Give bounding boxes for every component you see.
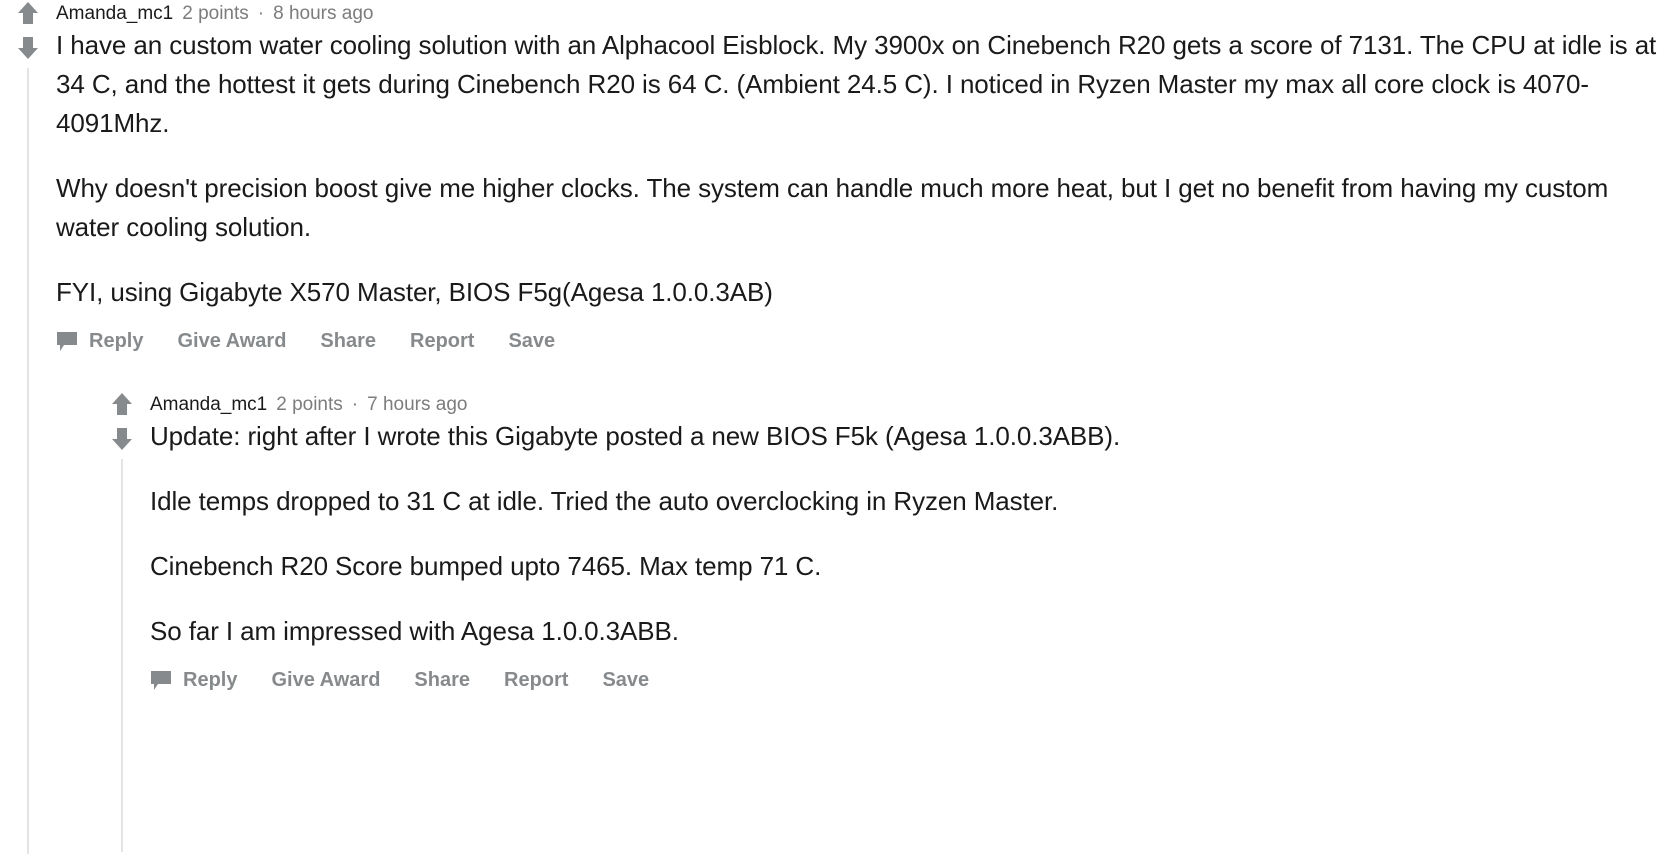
comment-timestamp: 7 hours ago (367, 394, 468, 415)
comment-top-level: Amanda_mc1 2 points · 8 hours ago I have… (0, 0, 1678, 854)
reply-label: Reply (89, 330, 144, 352)
upvote-arrow-icon[interactable] (109, 391, 135, 417)
comment-thread: Amanda_mc1 2 points · 8 hours ago I have… (0, 0, 1678, 854)
comment-bubble-icon (150, 670, 172, 691)
share-button[interactable]: Share (414, 669, 470, 692)
reply-button[interactable]: Reply (56, 330, 143, 353)
reply-button[interactable]: Reply (150, 669, 237, 692)
comment-meta: Amanda_mc1 2 points · 8 hours ago (56, 2, 1658, 26)
vote-column (94, 391, 150, 852)
comment-paragraph: So far I am impressed with Agesa 1.0.0.3… (150, 616, 679, 646)
comment-score: 2 points (276, 394, 343, 415)
save-button[interactable]: Save (602, 669, 649, 692)
comment-nested-reply: Amanda_mc1 2 points · 7 hours ago Update… (94, 391, 1658, 852)
meta-separator: · (257, 3, 265, 24)
comment-body: Amanda_mc1 2 points · 8 hours ago I have… (56, 2, 1678, 852)
vote-column (0, 0, 56, 854)
save-button[interactable]: Save (508, 330, 555, 353)
comment-bubble-icon (56, 331, 78, 352)
give-award-button[interactable]: Give Award (177, 330, 286, 353)
comment-body: Amanda_mc1 2 points · 7 hours ago Update… (150, 393, 1658, 692)
report-button[interactable]: Report (504, 669, 568, 692)
comment-author[interactable]: Amanda_mc1 (150, 393, 267, 417)
comment-replies: Amanda_mc1 2 points · 7 hours ago Update… (94, 391, 1658, 852)
comment-timestamp: 8 hours ago (273, 3, 374, 24)
comment-action-bar: Reply Give Award Share Report Save (150, 669, 1638, 692)
comment-author[interactable]: Amanda_mc1 (56, 2, 173, 26)
comment-paragraph: I have an custom water cooling solution … (56, 30, 1657, 138)
comment-paragraph: Idle temps dropped to 31 C at idle. Trie… (150, 486, 1059, 516)
comment-paragraph: Why doesn't precision boost give me high… (56, 173, 1609, 242)
comment-paragraph: FYI, using Gigabyte X570 Master, BIOS F5… (56, 277, 773, 307)
meta-separator: · (351, 394, 359, 415)
downvote-arrow-icon[interactable] (15, 35, 41, 61)
upvote-arrow-icon[interactable] (15, 0, 41, 26)
thread-line (121, 459, 123, 852)
report-button[interactable]: Report (410, 330, 474, 353)
comment-meta: Amanda_mc1 2 points · 7 hours ago (150, 393, 1638, 417)
thread-line (27, 68, 29, 854)
reply-label: Reply (183, 669, 238, 691)
comment-paragraph: Update: right after I wrote this Gigabyt… (150, 421, 1121, 451)
downvote-arrow-icon[interactable] (109, 426, 135, 452)
comment-score: 2 points (182, 3, 249, 24)
comment-action-bar: Reply Give Award Share Report Save (56, 330, 1658, 353)
share-button[interactable]: Share (320, 330, 376, 353)
comment-paragraph: Cinebench R20 Score bumped upto 7465. Ma… (150, 551, 822, 581)
give-award-button[interactable]: Give Award (271, 669, 380, 692)
